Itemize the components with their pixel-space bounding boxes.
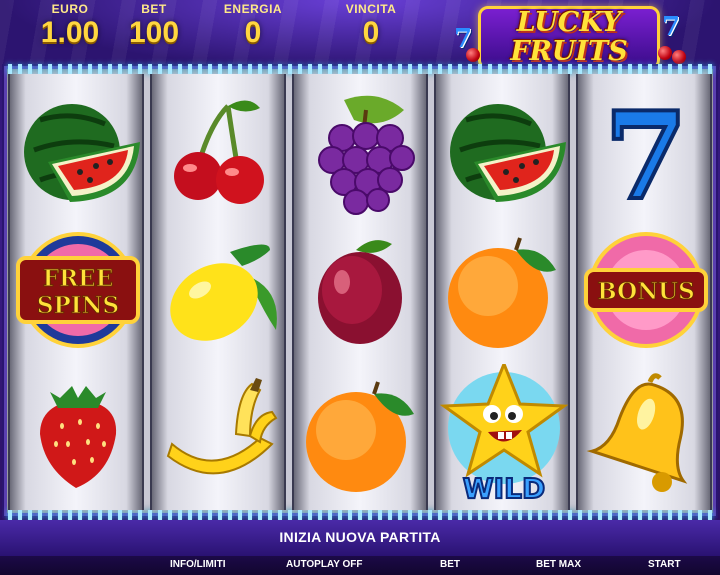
logo-cherry-icon: [672, 50, 686, 64]
svg-text:BONUS: BONUS: [597, 278, 695, 305]
orange-icon: [294, 364, 430, 504]
bet-button[interactable]: BET: [440, 559, 460, 570]
logo-cherry-icon: [466, 48, 480, 62]
bet-value: 100: [128, 16, 180, 49]
logo-line1: LUCKY: [516, 7, 622, 38]
start-button[interactable]: START: [648, 559, 681, 570]
logo-line2: FRUITS: [510, 36, 628, 67]
grapes-icon: [294, 80, 430, 220]
strawberry-icon: [10, 364, 146, 504]
svg-text:FREE: FREE: [43, 265, 114, 292]
energia-value: 0: [244, 16, 262, 49]
reel-4: WILD: [434, 74, 570, 510]
bet-display: BET 100: [122, 2, 186, 50]
free-spins-badge: FREE SPINS: [10, 220, 146, 360]
plum-icon: [294, 220, 430, 360]
vincita-value: 0: [362, 16, 380, 49]
reel-5: 7 BONUS: [576, 74, 712, 510]
orange-icon: [436, 220, 572, 360]
euro-label: EURO: [51, 2, 89, 16]
bell-icon: [578, 364, 714, 504]
logo-cherry-icon: [658, 46, 672, 60]
euro-display: EURO 1.00: [30, 2, 110, 50]
watermelon-icon: [436, 80, 572, 220]
cherry-icon: [152, 80, 288, 220]
lemon-icon: [152, 220, 288, 360]
energia-display: ENERGIA 0: [220, 2, 286, 50]
bonus-badge: BONUS: [578, 220, 714, 360]
message-bar: INIZIA NUOVA PARTITA: [0, 520, 720, 556]
bet-label: BET: [141, 2, 167, 16]
seven-icon: 7: [578, 80, 714, 229]
banana-icon: [152, 364, 288, 504]
watermelon-icon: [10, 80, 146, 220]
marquee-lights-bottom: [8, 510, 712, 520]
bet-max-button[interactable]: BET MAX: [536, 559, 581, 570]
info-limits-button[interactable]: INFO/LIMITI: [170, 559, 226, 570]
control-bar: INFO/LIMITI AUTOPLAY OFF BET BET MAX STA…: [0, 556, 720, 575]
svg-text:7: 7: [604, 86, 688, 220]
status-message: INIZIA NUOVA PARTITA: [279, 529, 441, 545]
logo-seven-icon: 7: [662, 12, 681, 42]
autoplay-button[interactable]: AUTOPLAY OFF: [286, 559, 363, 570]
vincita-display: VINCITA 0: [342, 2, 400, 50]
svg-text:WILD: WILD: [463, 472, 545, 504]
marquee-lights-top: [8, 64, 712, 74]
euro-value: 1.00: [40, 16, 100, 49]
reel-2: [150, 74, 286, 510]
energia-label: ENERGIA: [223, 2, 283, 16]
reel-1: FREE SPINS: [8, 74, 144, 510]
reel-3: [292, 74, 428, 510]
wild-star-icon: WILD: [436, 359, 572, 506]
vincita-label: VINCITA: [345, 2, 397, 16]
svg-text:SPINS: SPINS: [37, 292, 119, 319]
slot-machine: EURO 1.00 BET 100 ENERGIA 0 VINCITA 0 LU…: [0, 0, 720, 575]
